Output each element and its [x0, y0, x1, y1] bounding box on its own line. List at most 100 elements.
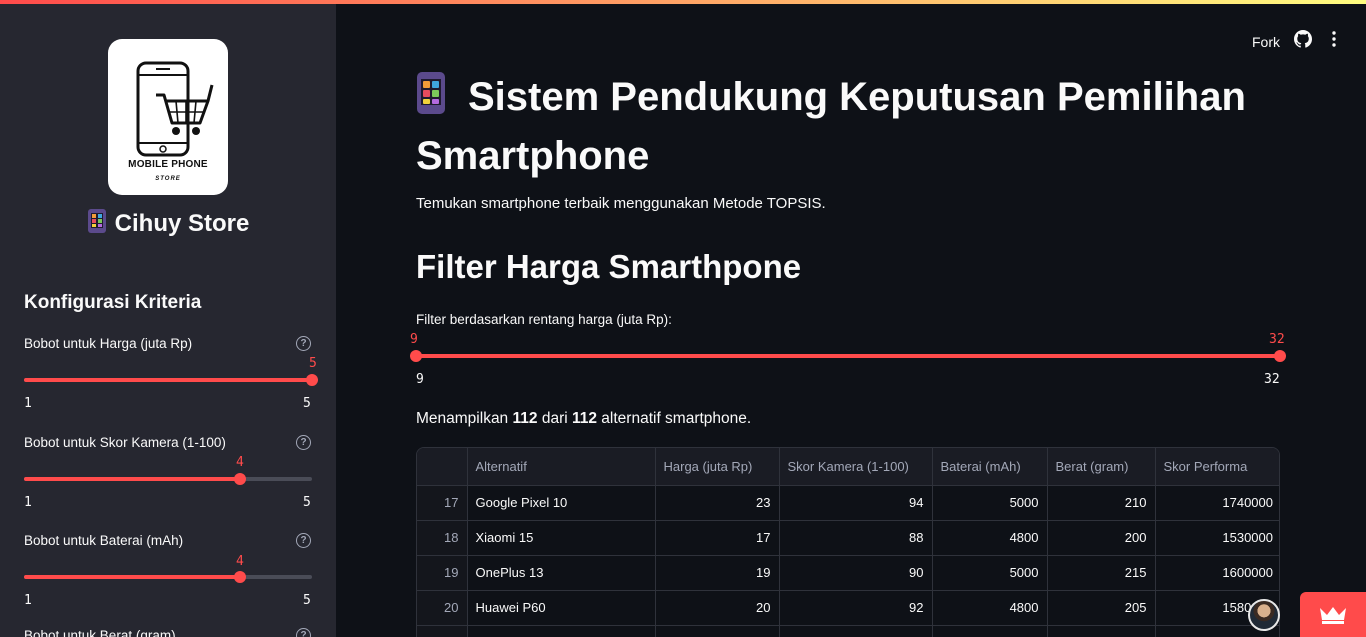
help-icon[interactable]: ? [296, 336, 311, 351]
price-range-min: 9 [416, 372, 424, 387]
cell-baterai[interactable]: 4800 [932, 520, 1048, 556]
cell-skor-performa[interactable]: 1740000 [1155, 485, 1279, 521]
column-header-skor-performa[interactable]: Skor Performa [1155, 448, 1279, 486]
top-decoration-bar [0, 0, 1366, 4]
cell-berat[interactable]: 210 [1047, 485, 1156, 521]
weight-price-slider-thumb[interactable] [306, 374, 318, 386]
column-header-index[interactable] [417, 448, 468, 486]
cell-baterai[interactable]: 5000 [932, 555, 1048, 591]
price-range-max: 32 [1264, 372, 1280, 387]
cell-skor-performa[interactable]: 1600000 [1155, 555, 1279, 591]
cell-skor-kamera[interactable]: 88 [779, 520, 933, 556]
weight-battery-slider-fill [24, 575, 240, 579]
price-range-high-thumb[interactable] [1274, 350, 1286, 362]
filter-heading: Filter Harga Smarthpone [416, 248, 802, 285]
price-filter-label: Filter berdasarkan rentang harga (juta R… [416, 312, 672, 327]
table-row[interactable]: 20 Huawei P60 20 92 4800 205 1580000 [417, 590, 1279, 626]
weight-battery-slider-thumb[interactable] [234, 571, 246, 583]
price-range-high-value: 32 [1269, 332, 1285, 347]
mobile-phone-icon [87, 208, 107, 241]
smartphone-table[interactable]: Alternatif Harga (juta Rp) Skor Kamera (… [416, 447, 1280, 637]
phone-cart-icon [136, 61, 214, 157]
store-title: Cihuy Store [0, 208, 336, 241]
cell-skor-kamera[interactable]: 92 [779, 590, 933, 626]
results-total-count: 112 [571, 410, 597, 427]
cell-baterai[interactable]: 4800 [932, 590, 1048, 626]
cell-alternatif[interactable]: Huawei P60 [467, 590, 656, 626]
page-title: Sistem Pendukung Keputusan Pemilihan Sma… [416, 70, 1296, 183]
column-header-berat[interactable]: Berat (gram) [1047, 448, 1156, 486]
cell-alternatif[interactable]: Google Pixel 10 [467, 485, 656, 521]
store-logo: MOBILE PHONE STORE [108, 39, 228, 195]
cell-harga[interactable]: 17 [655, 520, 780, 556]
help-icon[interactable]: ? [296, 628, 311, 637]
cell-harga[interactable]: 20 [655, 590, 780, 626]
row-index: 19 [417, 555, 468, 591]
cell-berat[interactable]: 215 [1047, 555, 1156, 591]
cell-harga[interactable]: 18 [655, 625, 780, 637]
weight-weight-label: Bobot untuk Berat (gram) [24, 628, 176, 637]
results-count-prefix: Menampilkan [416, 410, 513, 427]
logo-text-line2: STORE [155, 176, 181, 182]
row-index: 18 [417, 520, 468, 556]
streamlit-crown-button[interactable] [1300, 592, 1366, 637]
table-row[interactable]: 19 OnePlus 13 19 90 5000 215 1600000 [417, 555, 1279, 591]
top-toolbar: Fork [1252, 30, 1342, 53]
column-header-skor-kamera[interactable]: Skor Kamera (1-100) [779, 448, 933, 486]
price-range-low-value: 9 [410, 332, 418, 347]
weight-camera-slider-fill [24, 477, 240, 481]
help-icon[interactable]: ? [296, 533, 311, 548]
results-shown-count: 112 [512, 410, 538, 427]
cell-alternatif[interactable]: Oppo Find X9 [467, 625, 656, 637]
store-title-text: Cihuy Store [114, 210, 250, 237]
column-header-baterai[interactable]: Baterai (mAh) [932, 448, 1048, 486]
row-index: 21 [417, 625, 468, 637]
cell-skor-kamera[interactable]: 94 [779, 485, 933, 521]
mobile-phone-icon [416, 71, 446, 129]
row-index: 20 [417, 590, 468, 626]
weight-battery-label: Bobot untuk Baterai (mAh) [24, 533, 184, 548]
cell-harga[interactable]: 19 [655, 555, 780, 591]
fork-button[interactable]: Fork [1252, 34, 1280, 50]
column-header-harga[interactable]: Harga (juta Rp) [655, 448, 780, 486]
price-range-slider-track[interactable] [416, 354, 1280, 358]
weight-camera-min: 1 [24, 495, 32, 510]
page-subtitle: Temukan smartphone terbaik menggunakan M… [416, 195, 826, 212]
cell-berat[interactable]: 200 [1047, 520, 1156, 556]
weight-camera-max: 5 [303, 495, 311, 510]
weight-price-max: 5 [303, 396, 311, 411]
table-row[interactable]: 17 Google Pixel 10 23 94 5000 210 174000… [417, 485, 1279, 521]
weight-camera-label: Bobot untuk Skor Kamera (1-100) [24, 435, 226, 450]
cell-alternatif[interactable]: Xiaomi 15 [467, 520, 656, 556]
cell-berat[interactable]: 210 [1047, 625, 1156, 637]
weight-camera-slider-thumb[interactable] [234, 473, 246, 485]
weight-price-slider-fill [24, 378, 312, 382]
weight-price-label: Bobot untuk Harga (juta Rp) [24, 336, 193, 351]
cell-skor-performa[interactable]: 1530000 [1155, 520, 1279, 556]
crown-icon [1320, 607, 1346, 624]
user-avatar[interactable] [1248, 599, 1280, 631]
logo-text-line1: MOBILE PHONE [128, 159, 208, 170]
table-row[interactable]: 21 Oppo Find X9 18 89 5000 210 1560000 [417, 625, 1279, 637]
column-header-alternatif[interactable]: Alternatif [467, 448, 656, 486]
cell-skor-kamera[interactable]: 89 [779, 625, 933, 637]
main-content: Fork Sistem Pendukung Keputusan Pemiliha… [336, 0, 1366, 637]
cell-baterai[interactable]: 5000 [932, 485, 1048, 521]
page-title-text: Sistem Pendukung Keputusan Pemilihan Sma… [416, 75, 1246, 178]
table-header-row: Alternatif Harga (juta Rp) Skor Kamera (… [417, 448, 1279, 486]
cell-alternatif[interactable]: OnePlus 13 [467, 555, 656, 591]
sidebar: MOBILE PHONE STORE Cihuy Store Konfigura… [0, 0, 336, 637]
weight-battery-min: 1 [24, 593, 32, 608]
help-icon[interactable]: ? [296, 435, 311, 450]
table-row[interactable]: 18 Xiaomi 15 17 88 4800 200 1530000 [417, 520, 1279, 556]
kebab-menu-icon[interactable] [1326, 30, 1342, 53]
cell-harga[interactable]: 23 [655, 485, 780, 521]
cell-skor-kamera[interactable]: 90 [779, 555, 933, 591]
github-icon[interactable] [1294, 30, 1313, 53]
weight-price-min: 1 [24, 396, 32, 411]
price-range-low-thumb[interactable] [410, 350, 422, 362]
cell-berat[interactable]: 205 [1047, 590, 1156, 626]
cell-baterai[interactable]: 5000 [932, 625, 1048, 637]
results-count-mid: dari [537, 410, 572, 427]
row-index: 17 [417, 485, 468, 521]
